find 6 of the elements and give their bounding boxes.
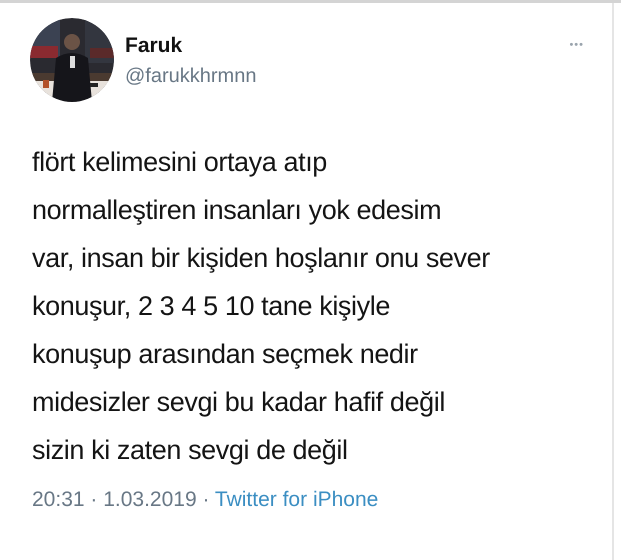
- display-name: Faruk: [125, 33, 184, 59]
- username: @farukkhrmnn: [125, 64, 256, 89]
- source-link[interactable]: Twitter for iPhone: [214, 488, 378, 511]
- tweet-timestamp: 20:31 · 1.03.2019 · Twitter for iPhone: [32, 487, 380, 513]
- more-button[interactable]: •••: [569, 40, 584, 51]
- tweet-text: flört kelimesini ortaya atıp normalleştiren insanları yok edesim var, insan bir kişiden hoşlanır onu sever konuşur, 2 3 4 5 10 tane kişiyle konuşup arasından seçmek nedir midesizler sevgi bu kadar hafif değil sizin ki zaten sevgi de değil: [32, 146, 491, 467]
